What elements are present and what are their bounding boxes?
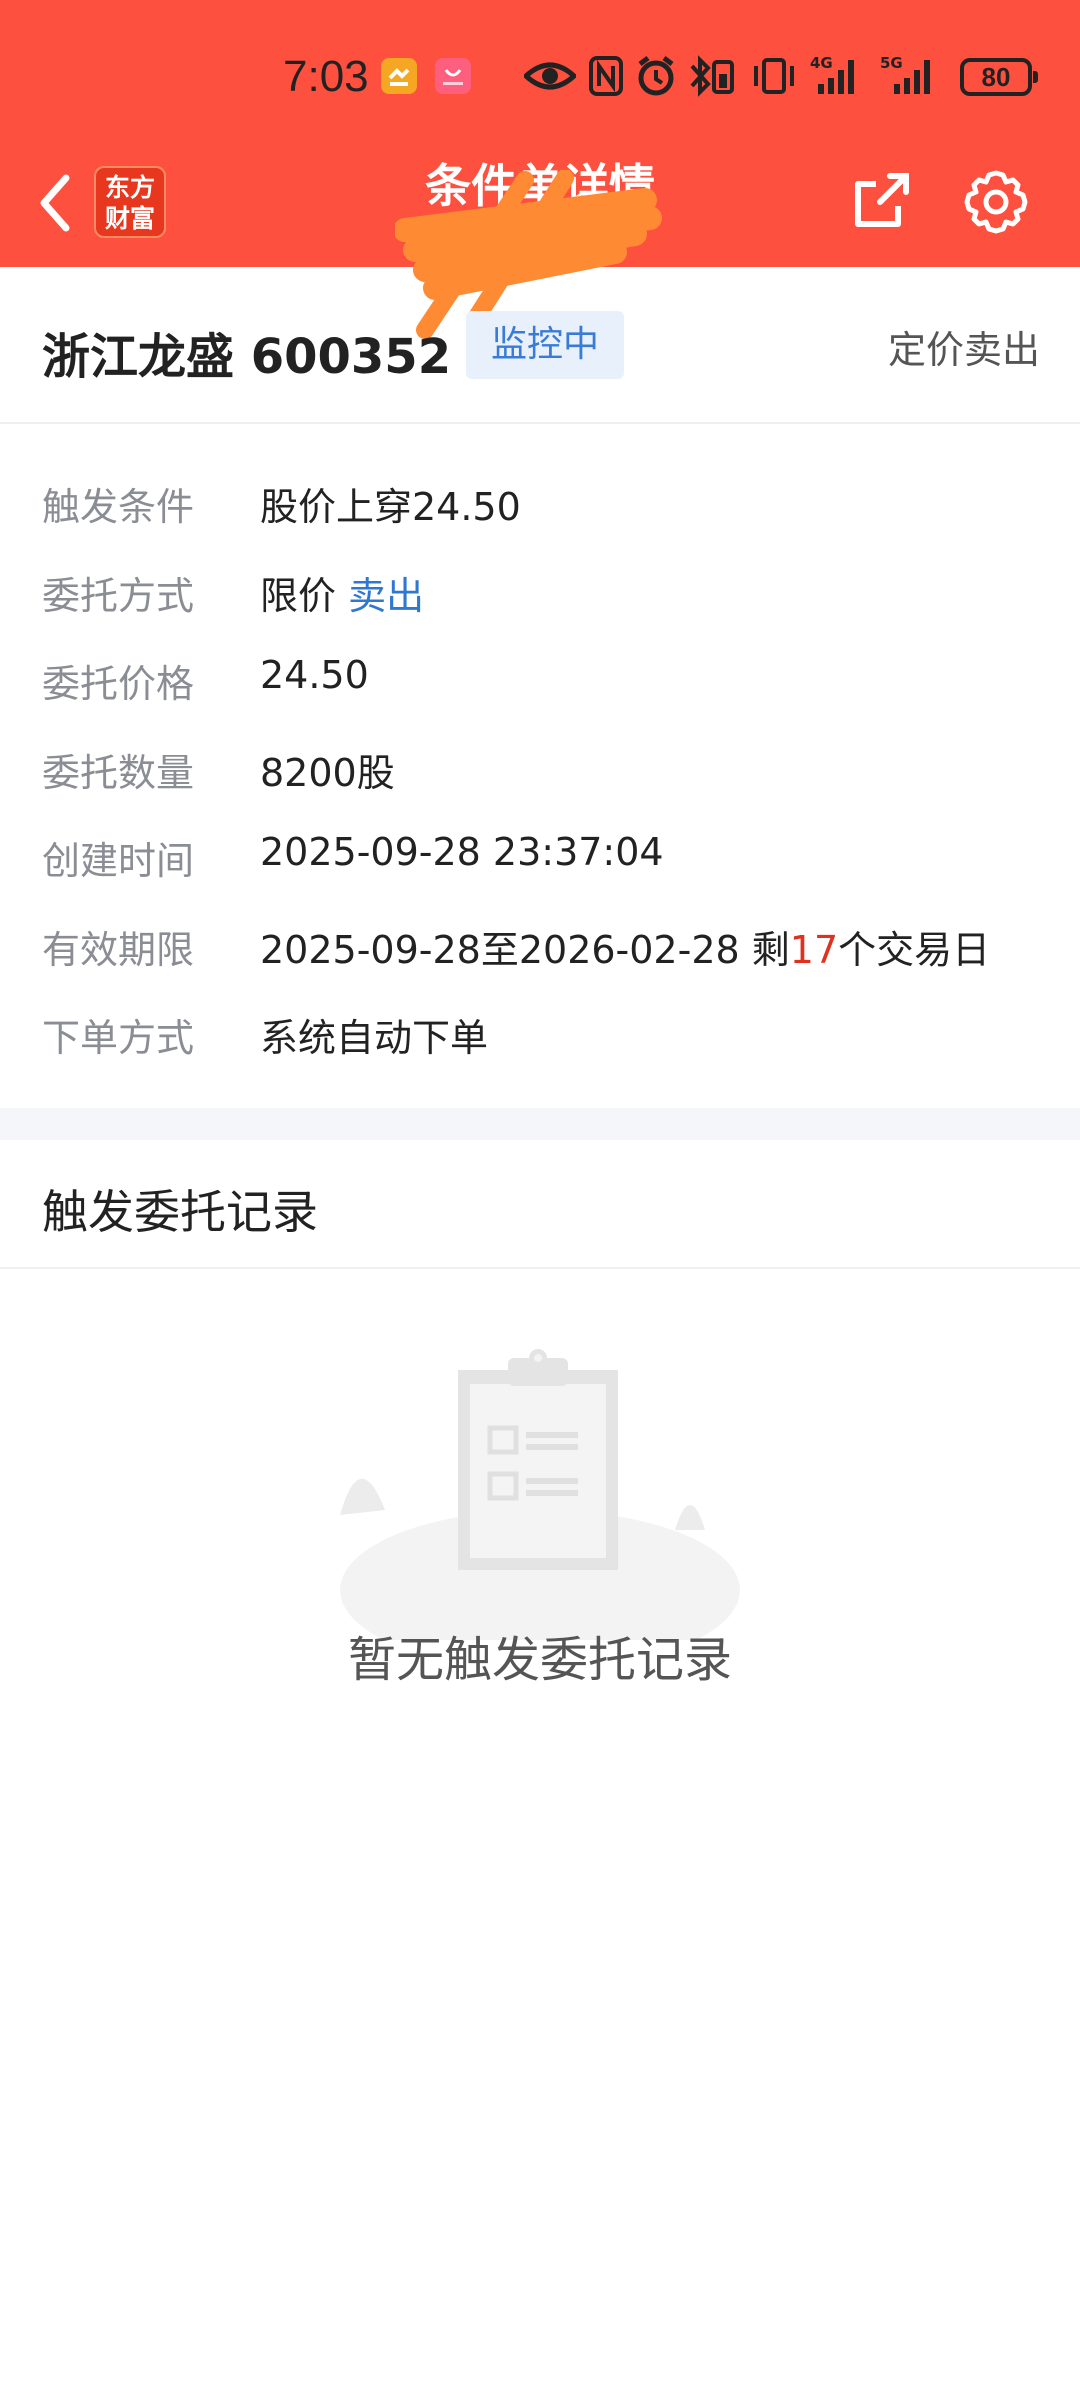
svg-text:4G: 4G — [810, 54, 833, 72]
signal-4g-icon: 4G — [810, 54, 854, 94]
detail-label: 创建时间 — [42, 839, 195, 883]
detail-row-method: 委托方式 限价 卖出 — [0, 551, 1080, 640]
status-bar: 7:03 4G 5G 80 — [0, 44, 1080, 114]
bluetooth-icon — [690, 55, 734, 97]
remaining-days: 17 — [789, 927, 839, 972]
nfc-icon — [589, 56, 623, 96]
detail-row-trigger: 触发条件 股价上穿24.50 — [0, 462, 1080, 551]
battery-indicator: 80 — [960, 58, 1038, 96]
detail-value: 2025-09-28至2026-02-28 剩17个交易日 — [260, 919, 990, 974]
empty-state-text: 暂无触发委托记录 — [347, 1632, 732, 1688]
detail-label: 委托数量 — [42, 750, 195, 795]
alarm-icon — [638, 56, 674, 96]
detail-label: 委托方式 — [42, 573, 195, 618]
detail-label: 委托价格 — [42, 662, 195, 706]
detail-value: 24.50 — [260, 653, 369, 697]
detail-value: 系统自动下单 — [260, 1016, 489, 1060]
page-title: 条件单详情 — [425, 159, 655, 213]
detail-label: 下单方式 — [42, 1016, 195, 1060]
records-section-title: 触发委托记录 — [42, 1185, 318, 1239]
detail-value: 股价上穿24.50 — [260, 485, 521, 529]
detail-value: 8200股 — [260, 750, 395, 795]
detail-row-created: 创建时间 2025-09-28 23:37:04 — [0, 816, 1080, 905]
detail-list: 触发条件 股价上穿24.50 委托方式 限价 卖出 委托价格 24.50 委托数… — [0, 462, 1080, 1082]
detail-row-quantity: 委托数量 8200股 — [0, 728, 1080, 817]
empty-clipboard-icon — [340, 1349, 740, 1640]
eye-icon — [524, 62, 576, 90]
order-type: 定价卖出 — [887, 328, 1040, 372]
detail-row-price: 委托价格 24.50 — [0, 639, 1080, 728]
status-time: 7:03 — [283, 52, 369, 101]
detail-row-validity: 有效期限 2025-09-28至2026-02-28 剩17个交易日 — [0, 905, 1080, 994]
divider — [0, 1267, 1080, 1269]
detail-value: 2025-09-28 23:37:04 — [260, 830, 664, 874]
gear-icon[interactable] — [962, 168, 1030, 236]
detail-value: 限价 卖出 — [260, 565, 424, 620]
validity-unit: 个交易日 — [838, 927, 991, 972]
section-separator — [0, 1108, 1080, 1140]
signal-5g-icon: 5G — [880, 54, 930, 94]
stock-row: 浙江龙盛 600352 监控中 定价卖出 — [0, 267, 1080, 424]
header: 7:03 4G 5G 80 东方 财富 条件单详情 — [0, 0, 1080, 267]
validity-range: 2025-09-28至2026-02-28 剩 — [260, 927, 790, 972]
detail-label: 触发条件 — [42, 485, 195, 529]
vibrate-icon — [754, 58, 794, 94]
app-notification-icon — [381, 58, 417, 94]
svg-text:5G: 5G — [880, 54, 903, 72]
detail-label: 有效期限 — [42, 927, 195, 972]
method-type: 限价 — [260, 573, 349, 618]
share-icon[interactable] — [850, 170, 912, 232]
stock-name-code: 浙江龙盛 600352 — [42, 329, 452, 385]
method-action: 卖出 — [348, 573, 425, 618]
huawei-notification-icon — [435, 58, 471, 94]
detail-row-placement: 下单方式 系统自动下单 — [0, 993, 1080, 1082]
status-badge: 监控中 — [466, 311, 624, 379]
